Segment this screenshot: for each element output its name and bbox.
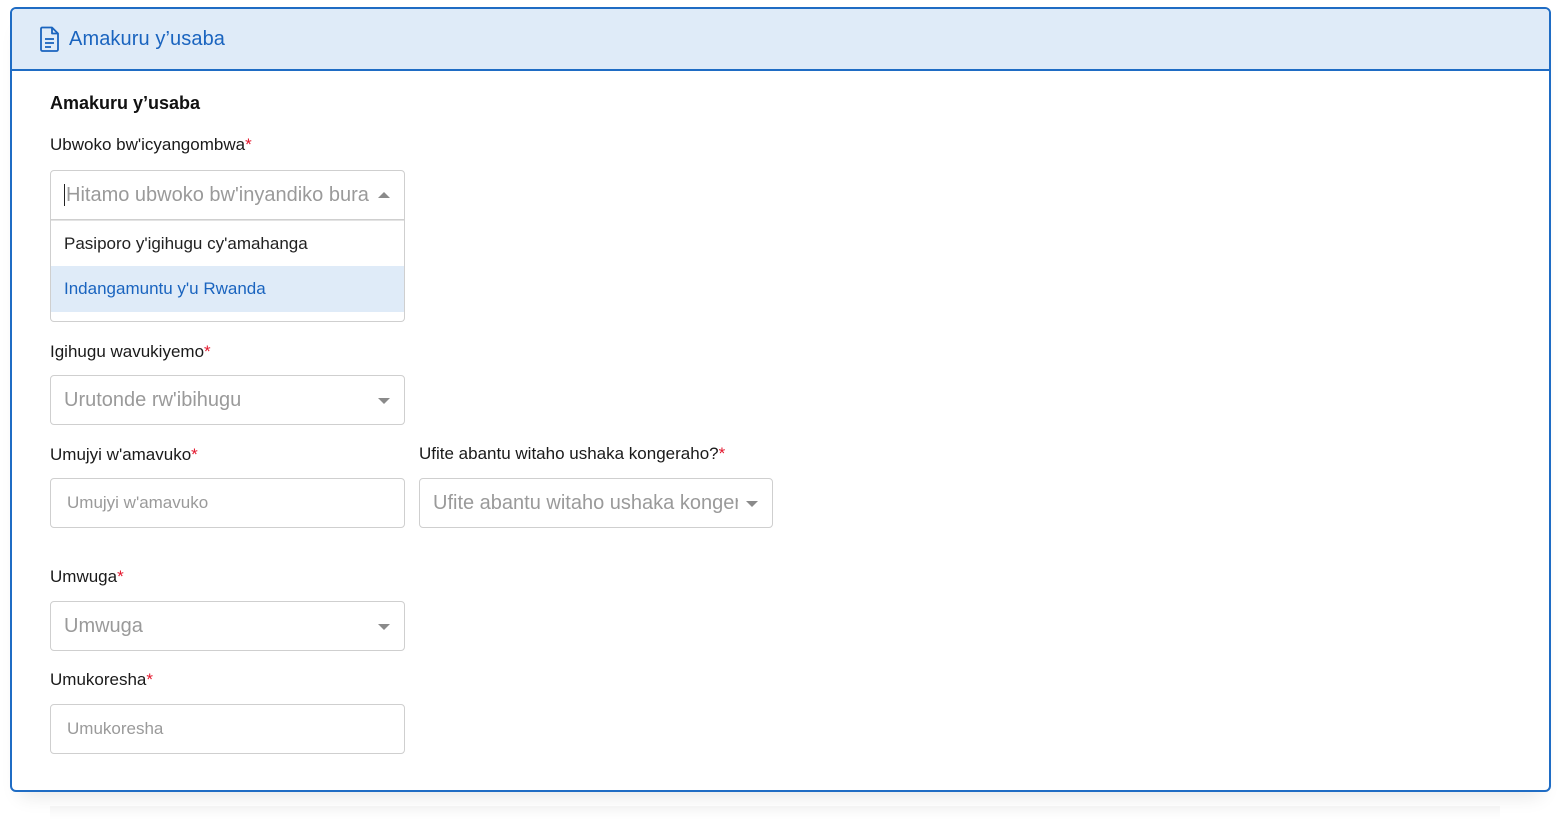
required-marker: * — [718, 444, 726, 463]
chevron-up-icon[interactable] — [378, 192, 390, 198]
required-marker: * — [146, 670, 153, 689]
dependents-label: Ufite abantu witaho ushaka kongeraho?* — [419, 444, 725, 464]
section-title: Amakuru y’usaba — [50, 93, 201, 113]
city-of-birth-label-text: Umujyi w'amavuko — [50, 445, 192, 464]
document-icon — [39, 26, 61, 52]
city-of-birth-placeholder: Umujyi w'amavuko — [67, 493, 209, 512]
card-shadow — [50, 806, 1500, 820]
text-cursor — [64, 184, 65, 206]
card-header: Amakuru y’usaba — [12, 9, 1549, 71]
chevron-down-icon[interactable] — [746, 501, 758, 507]
employer-input[interactable]: Umukoresha — [50, 704, 405, 754]
required-marker: * — [204, 342, 211, 361]
dependents-label-text: Ufite abantu witaho ushaka kongeraho? — [419, 444, 719, 463]
city-of-birth-input[interactable]: Umujyi w'amavuko — [50, 478, 405, 528]
document-type-label-text: Ubwoko bw'icyangombwa — [50, 135, 246, 154]
employer-label-text: Umukoresha — [50, 670, 147, 689]
country-of-birth-select[interactable]: Urutonde rw'ibihugu — [50, 375, 405, 425]
document-type-select[interactable]: Hitamo ubwoko bw'inyandiko bura — [50, 170, 405, 220]
dependents-placeholder: Ufite abantu witaho ushaka kongera — [433, 491, 738, 514]
dependents-select[interactable]: Ufite abantu witaho ushaka kongera — [419, 478, 773, 528]
required-marker: * — [245, 135, 252, 154]
applicant-info-card: Amakuru y’usaba Amakuru y’usaba Ubwoko b… — [10, 7, 1551, 792]
document-type-label: Ubwoko bw'icyangombwa* — [50, 135, 252, 155]
dropdown-option-foreign-passport[interactable]: Pasiporo y'igihugu cy'amahanga — [51, 220, 404, 266]
occupation-label-text: Umwuga — [50, 567, 118, 586]
country-of-birth-label: Igihugu wavukiyemo* — [50, 342, 211, 362]
document-type-placeholder: Hitamo ubwoko bw'inyandiko bura — [66, 183, 369, 206]
employer-label: Umukoresha* — [50, 670, 153, 690]
card-header-title: Amakuru y’usaba — [69, 27, 226, 50]
occupation-select[interactable]: Umwuga — [50, 601, 405, 651]
dropdown-option-rwanda-id[interactable]: Indangamuntu y'u Rwanda — [51, 266, 404, 312]
country-of-birth-label-text: Igihugu wavukiyemo — [50, 342, 205, 361]
occupation-placeholder: Umwuga — [64, 614, 143, 637]
city-of-birth-label: Umujyi w'amavuko* — [50, 445, 198, 465]
required-marker: * — [117, 567, 124, 586]
country-of-birth-placeholder: Urutonde rw'ibihugu — [64, 388, 242, 411]
chevron-down-icon[interactable] — [378, 398, 390, 404]
occupation-label: Umwuga* — [50, 567, 124, 587]
document-type-dropdown-menu: Pasiporo y'igihugu cy'amahanga Indangamu… — [50, 220, 405, 322]
employer-placeholder: Umukoresha — [67, 719, 164, 738]
chevron-down-icon[interactable] — [378, 624, 390, 630]
required-marker: * — [191, 445, 198, 464]
